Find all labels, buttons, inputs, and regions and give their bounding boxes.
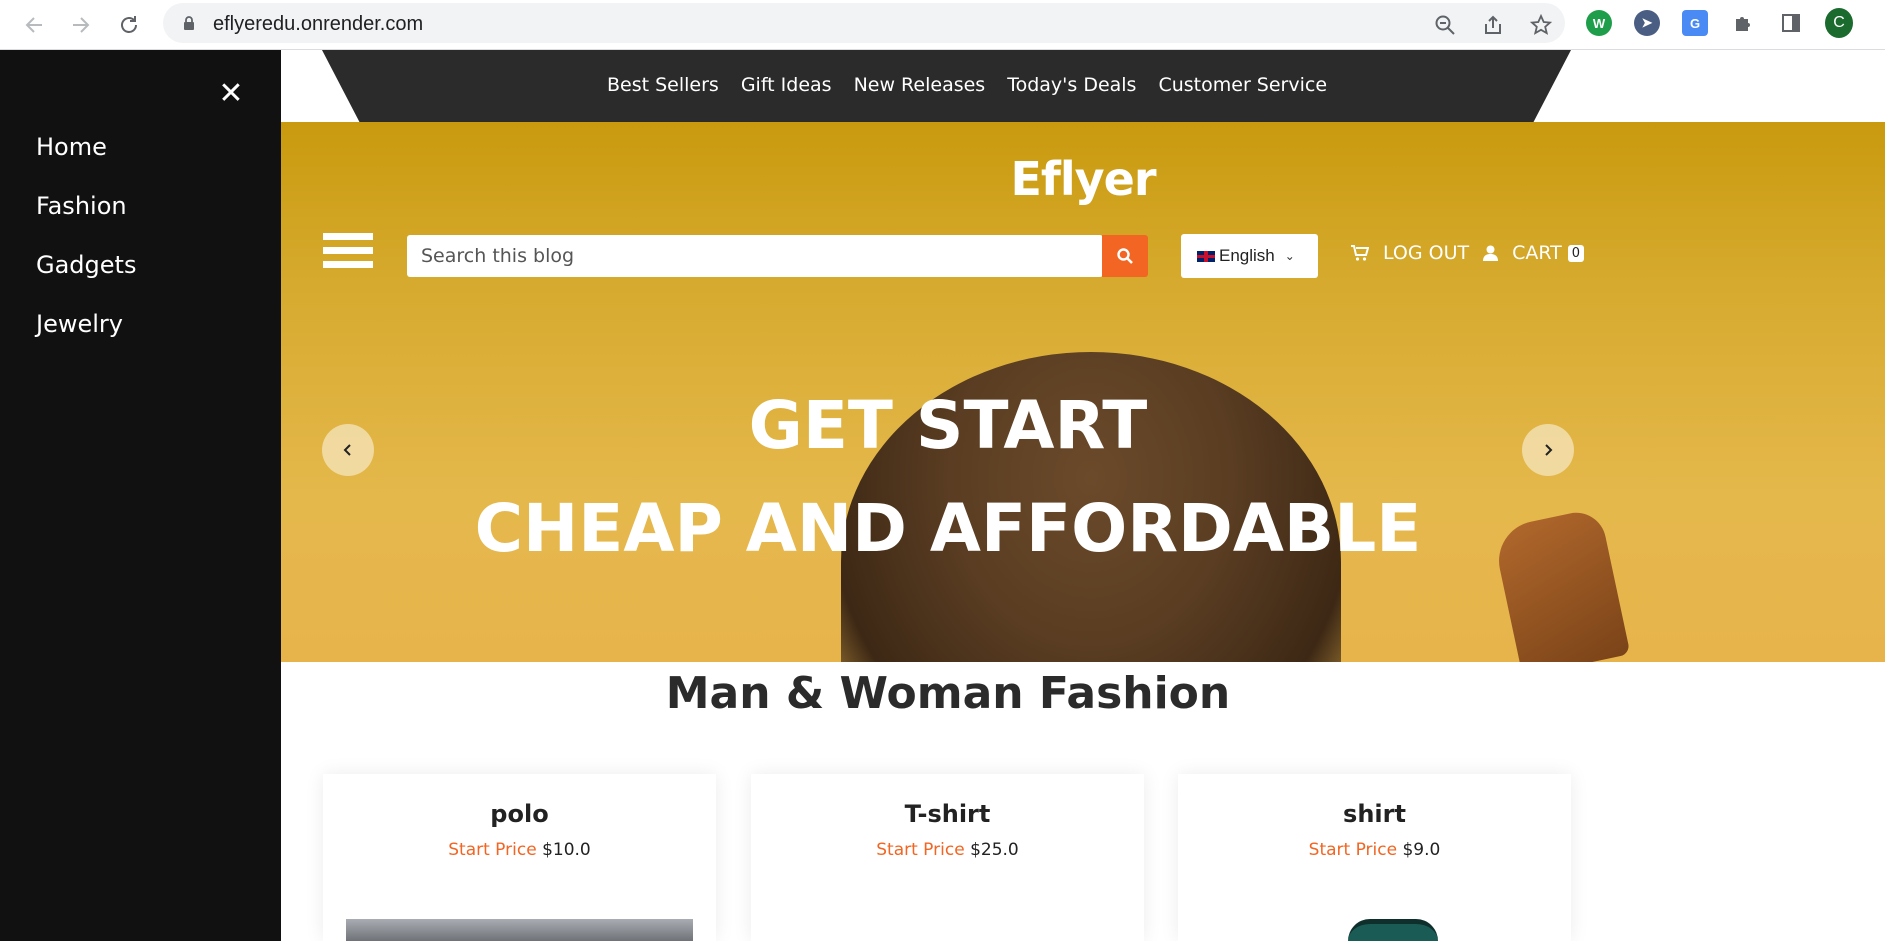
search-field <box>407 235 1103 277</box>
reload-icon[interactable] <box>112 8 146 42</box>
profile-avatar[interactable]: C <box>1825 8 1853 38</box>
uk-flag-icon <box>1197 250 1215 262</box>
price-label: Start Price <box>876 840 965 860</box>
language-label: English <box>1219 246 1275 265</box>
account-actions: LOG OUT CART 0 <box>1351 242 1585 264</box>
logout-link[interactable]: LOG OUT <box>1383 242 1469 264</box>
product-name: polo <box>490 800 549 828</box>
chevron-down-icon: ⌄ <box>1284 249 1295 263</box>
cart-link[interactable]: CART <box>1512 242 1562 264</box>
hero-headline-2: CHEAP AND AFFORDABLE <box>474 490 1422 567</box>
search-icon <box>1117 248 1133 264</box>
site-logo[interactable]: Eflyer <box>281 152 1885 206</box>
forward-arrow-icon[interactable] <box>64 8 98 42</box>
drawer-item-home[interactable]: Home <box>36 133 107 161</box>
section-title: Man & Woman Fashion <box>665 668 1231 719</box>
product-image[interactable] <box>1348 919 1438 941</box>
zoom-icon[interactable] <box>1431 11 1459 39</box>
product-card-tshirt[interactable]: T-shirt Start Price $25.0 <box>751 774 1144 941</box>
address-bar[interactable]: eflyeredu.onrender.com <box>163 3 1565 43</box>
product-price: Start Price $9.0 <box>1178 840 1571 860</box>
drawer-item-fashion[interactable]: Fashion <box>36 192 127 220</box>
hero-banner: Eflyer English ⌄ LOG OUT CART 0 GET STAR… <box>281 122 1885 662</box>
url-text[interactable]: eflyeredu.onrender.com <box>213 13 423 36</box>
price-value: $10.0 <box>542 840 591 860</box>
back-arrow-icon[interactable] <box>17 8 51 42</box>
extension-cursor-icon[interactable]: ➤ <box>1633 9 1661 37</box>
nav-link-new-releases[interactable]: New Releases <box>854 74 986 96</box>
extensions-puzzle-icon[interactable] <box>1729 9 1757 37</box>
side-drawer: ✕ Home Fashion Gadgets Jewelry <box>0 50 281 941</box>
product-card-shirt[interactable]: shirt Start Price $9.0 <box>1178 774 1571 941</box>
side-panel-icon[interactable] <box>1777 9 1805 37</box>
hero-headline-1: GET START <box>748 387 1148 464</box>
price-label: Start Price <box>448 840 537 860</box>
nav-link-gift-ideas[interactable]: Gift Ideas <box>741 74 832 96</box>
price-value: $25.0 <box>970 840 1019 860</box>
drawer-item-jewelry[interactable]: Jewelry <box>36 310 123 338</box>
nav-link-customer-service[interactable]: Customer Service <box>1158 74 1327 96</box>
lock-icon <box>184 16 194 30</box>
user-icon <box>1483 245 1499 261</box>
browser-toolbar: eflyeredu.onrender.com W ➤ G C <box>0 0 1885 50</box>
extension-w-icon[interactable]: W <box>1585 9 1613 37</box>
cart-icon <box>1351 245 1369 261</box>
product-card-polo[interactable]: polo Start Price $10.0 <box>323 774 716 941</box>
cart-count-badge: 0 <box>1567 244 1585 262</box>
nav-link-todays-deals[interactable]: Today's Deals <box>1007 74 1136 96</box>
product-image[interactable] <box>346 919 693 941</box>
search-input[interactable] <box>421 235 1081 277</box>
product-name: T-shirt <box>904 800 991 828</box>
price-value: $9.0 <box>1402 840 1441 860</box>
close-icon[interactable]: ✕ <box>216 79 246 109</box>
product-name: shirt <box>1343 800 1406 828</box>
product-price: Start Price $10.0 <box>323 840 716 860</box>
top-nav-links: Best Sellers Gift Ideas New Releases Tod… <box>607 74 1327 96</box>
language-select[interactable]: English ⌄ <box>1181 234 1318 278</box>
drawer-item-gadgets[interactable]: Gadgets <box>36 251 136 279</box>
menu-hamburger-icon[interactable] <box>323 233 373 275</box>
price-label: Start Price <box>1308 840 1398 860</box>
google-translate-icon[interactable]: G <box>1681 9 1709 37</box>
product-price: Start Price $25.0 <box>751 840 1144 860</box>
bookmark-star-icon[interactable] <box>1527 11 1555 39</box>
nav-link-best-sellers[interactable]: Best Sellers <box>607 74 719 96</box>
share-icon[interactable] <box>1479 11 1507 39</box>
search-button[interactable] <box>1102 235 1148 277</box>
